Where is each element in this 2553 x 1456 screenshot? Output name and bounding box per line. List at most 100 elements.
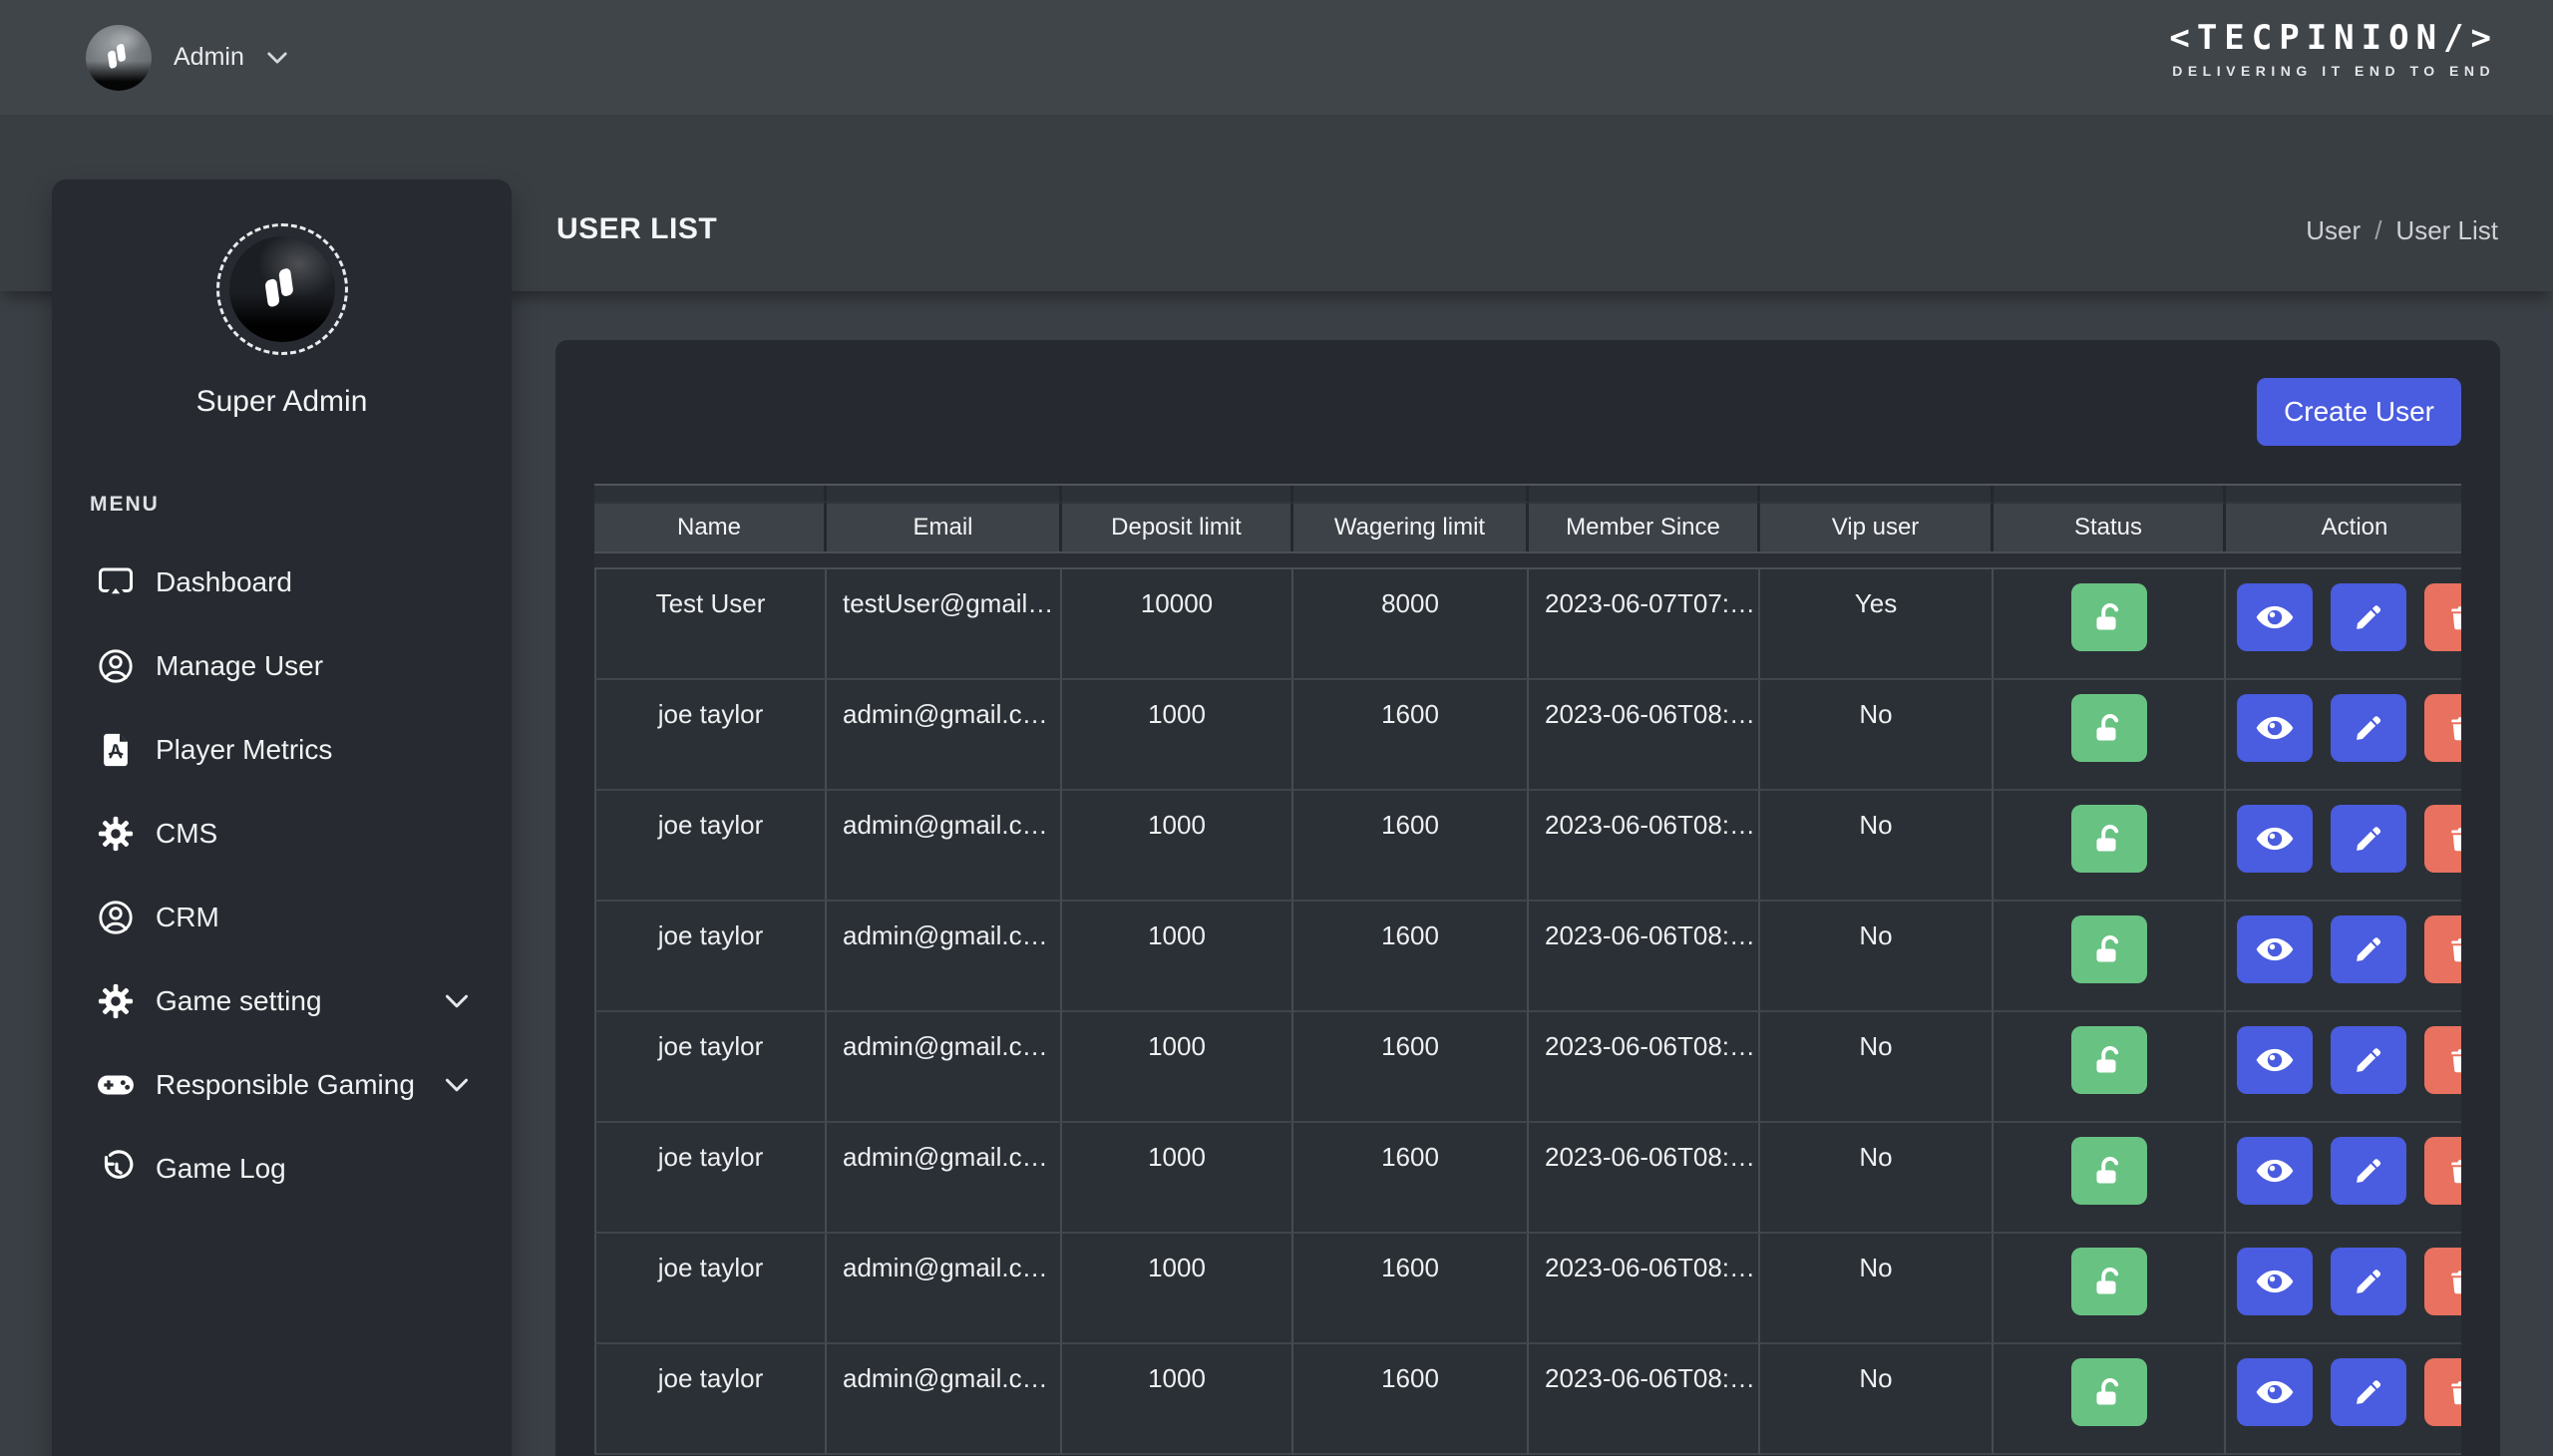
cell-name: joe taylor	[594, 902, 827, 1012]
cell-wagering-limit: 8000	[1293, 569, 1529, 680]
brand-leaf-icon	[108, 43, 126, 69]
cell-actions	[2226, 569, 2461, 680]
status-unlock-button[interactable]	[2070, 915, 2147, 983]
account-label: Admin	[174, 43, 244, 71]
edit-user-button[interactable]	[2331, 915, 2406, 983]
status-unlock-button[interactable]	[2070, 583, 2147, 651]
view-user-button[interactable]	[2237, 1248, 2313, 1315]
cell-name: joe taylor	[594, 1234, 827, 1344]
edit-user-button[interactable]	[2331, 1137, 2406, 1205]
chevron-down-icon	[444, 1077, 470, 1093]
profile-name: Super Admin	[195, 385, 368, 418]
column-header-name: Name	[594, 502, 827, 551]
sidebar-item-label: Player Metrics	[156, 734, 333, 765]
gamepad-icon	[96, 1065, 136, 1105]
file-pdf-icon	[96, 730, 136, 770]
view-user-button[interactable]	[2237, 583, 2313, 651]
user-circle-icon	[96, 898, 136, 937]
cell-member-since: 2023-06-07T07:…	[1529, 569, 1760, 680]
gear-icon	[96, 814, 136, 854]
user-table: Name Email Deposit limit Wagering limit Memb…	[594, 484, 2461, 1455]
table-row: Test User testUser@gmail… 10000 8000 2023-06…	[594, 569, 2461, 680]
table-row: joe taylor admin@gmail.c… 1000 1600 2023-06-…	[594, 902, 2461, 1012]
cell-actions	[2226, 1344, 2461, 1455]
cell-member-since: 2023-06-06T08:…	[1529, 1344, 1760, 1455]
sidebar-item-manage-user[interactable]: Manage User	[52, 624, 512, 708]
view-user-button[interactable]	[2237, 1358, 2313, 1426]
cell-vip-user: No	[1760, 680, 1994, 791]
cell-vip-user: No	[1760, 1123, 1994, 1234]
breadcrumb-parent[interactable]: User	[2306, 215, 2361, 246]
status-unlock-button[interactable]	[2070, 1358, 2147, 1426]
edit-user-button[interactable]	[2331, 1026, 2406, 1094]
delete-user-button[interactable]	[2424, 805, 2461, 873]
status-unlock-button[interactable]	[2070, 805, 2147, 873]
cell-actions	[2226, 1123, 2461, 1234]
page-title: USER LIST	[556, 212, 718, 245]
profile-avatar-ring	[215, 223, 348, 355]
view-user-button[interactable]	[2237, 805, 2313, 873]
cell-name: joe taylor	[594, 1123, 827, 1234]
table-row: joe taylor admin@gmail.c… 1000 1600 2023-06-…	[594, 1234, 2461, 1344]
chevron-down-icon	[267, 52, 287, 63]
view-user-button[interactable]	[2237, 915, 2313, 983]
sidebar-item-label: Manage User	[156, 650, 324, 681]
edit-user-button[interactable]	[2331, 1248, 2406, 1315]
cell-name: joe taylor	[594, 680, 827, 791]
topbar: Admin <TECPINION/> DELIVERING IT END TO …	[0, 0, 2553, 115]
breadcrumb-current[interactable]: User List	[2395, 215, 2498, 246]
sidebar-item-game-log[interactable]: Game Log	[52, 1127, 512, 1211]
table-header-row: Name Email Deposit limit Wagering limit Memb…	[594, 502, 2461, 551]
column-header-deposit-limit: Deposit limit	[1062, 502, 1293, 551]
table-row: joe taylor admin@gmail.c… 1000 1600 2023-06-…	[594, 1344, 2461, 1455]
status-unlock-button[interactable]	[2070, 1026, 2147, 1094]
cell-email: admin@gmail.c…	[827, 791, 1062, 902]
cell-name: joe taylor	[594, 1012, 827, 1123]
sidebar-item-game-setting[interactable]: Game setting	[52, 959, 512, 1043]
cell-deposit-limit: 1000	[1062, 680, 1293, 791]
column-header-action: Action	[2226, 502, 2461, 551]
delete-user-button[interactable]	[2424, 1137, 2461, 1205]
column-header-member-since: Member Since	[1529, 502, 1760, 551]
cell-email: admin@gmail.c…	[827, 1012, 1062, 1123]
account-menu-button[interactable]: Admin	[86, 0, 288, 115]
delete-user-button[interactable]	[2424, 583, 2461, 651]
delete-user-button[interactable]	[2424, 1358, 2461, 1426]
table-row: joe taylor admin@gmail.c… 1000 1600 2023-06-…	[594, 791, 2461, 902]
edit-user-button[interactable]	[2331, 805, 2406, 873]
edit-user-button[interactable]	[2331, 694, 2406, 762]
status-unlock-button[interactable]	[2070, 694, 2147, 762]
create-user-button[interactable]: Create User	[2257, 378, 2461, 446]
view-user-button[interactable]	[2237, 1026, 2313, 1094]
cell-name: Test User	[594, 569, 827, 680]
cell-status	[1994, 1012, 2226, 1123]
sidebar-item-crm[interactable]: CRM	[52, 876, 512, 959]
sidebar-item-cms[interactable]: CMS	[52, 792, 512, 876]
status-unlock-button[interactable]	[2070, 1248, 2147, 1315]
view-user-button[interactable]	[2237, 1137, 2313, 1205]
breadcrumb: User / User List	[2306, 215, 2498, 246]
delete-user-button[interactable]	[2424, 694, 2461, 762]
breadcrumb-separator: /	[2374, 215, 2382, 245]
cell-status	[1994, 569, 2226, 680]
status-unlock-button[interactable]	[2070, 1137, 2147, 1205]
delete-user-button[interactable]	[2424, 1026, 2461, 1094]
sidebar-item-responsible-gaming[interactable]: Responsible Gaming	[52, 1043, 512, 1127]
edit-user-button[interactable]	[2331, 1358, 2406, 1426]
user-table-container: Name Email Deposit limit Wagering limit Memb…	[594, 484, 2461, 1455]
cell-status	[1994, 1123, 2226, 1234]
sidebar-item-dashboard[interactable]: Dashboard	[52, 541, 512, 624]
sidebar-item-player-metrics[interactable]: Player Metrics	[52, 708, 512, 792]
edit-user-button[interactable]	[2331, 583, 2406, 651]
cell-member-since: 2023-06-06T08:…	[1529, 680, 1760, 791]
cell-status	[1994, 791, 2226, 902]
cell-member-since: 2023-06-06T08:…	[1529, 1123, 1760, 1234]
table-row: joe taylor admin@gmail.c… 1000 1600 2023-06-…	[594, 680, 2461, 791]
view-user-button[interactable]	[2237, 694, 2313, 762]
cell-member-since: 2023-06-06T08:…	[1529, 902, 1760, 1012]
delete-user-button[interactable]	[2424, 1248, 2461, 1315]
cell-wagering-limit: 1600	[1293, 1344, 1529, 1455]
sidebar-item-label: Game setting	[156, 985, 322, 1016]
delete-user-button[interactable]	[2424, 915, 2461, 983]
profile-avatar[interactable]	[228, 236, 335, 342]
